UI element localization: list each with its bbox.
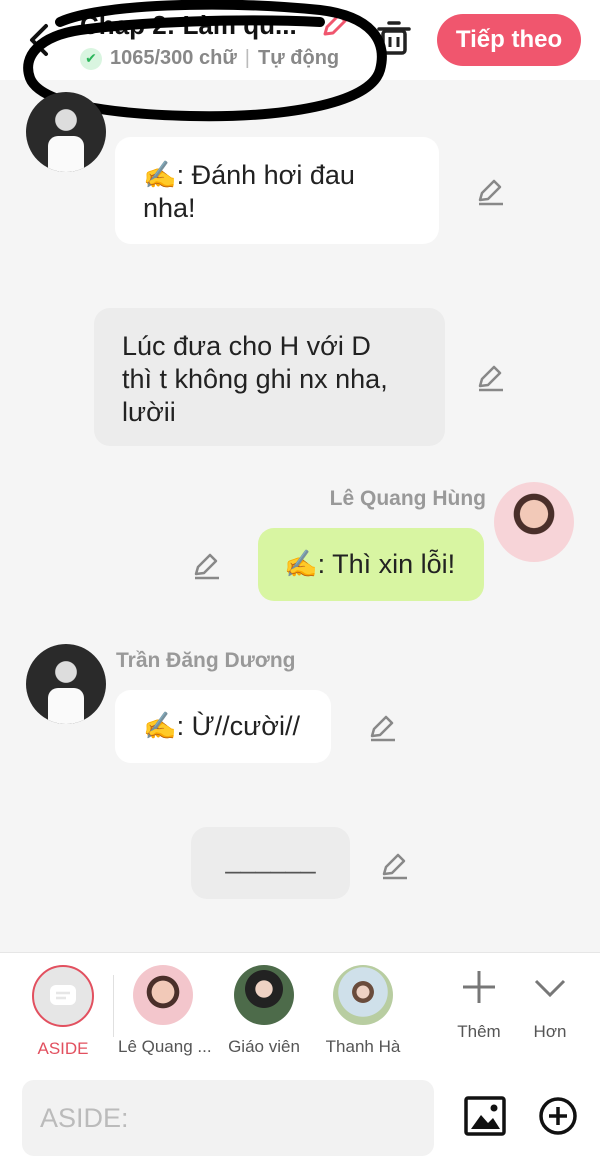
edit-icon[interactable] — [368, 712, 398, 742]
message-line: thì t không ghi nx nha, — [122, 364, 388, 394]
edit-icon[interactable] — [476, 176, 506, 206]
character-le-quang-hung[interactable]: Lê Quang ... — [118, 965, 212, 1057]
message-line: Lúc đưa cho H với D — [122, 331, 371, 361]
trash-icon[interactable] — [376, 20, 412, 56]
character-label: Thanh Hà — [325, 1037, 401, 1056]
narration-bubble[interactable]: Lúc đưa cho H với D thì t không ghi nx n… — [94, 308, 445, 446]
plus-icon — [463, 971, 495, 1003]
avatar — [133, 965, 193, 1025]
character-label: Giáo viên — [228, 1037, 300, 1056]
chapter-title[interactable]: Chap 2: Làm qu... — [80, 10, 297, 41]
avatar — [234, 965, 294, 1025]
chat-icon — [32, 965, 94, 1027]
message-line: ✍️: Ừ//cười// — [143, 711, 300, 741]
message-line: nha! — [143, 193, 196, 223]
more-options-button[interactable]: Hơn — [520, 967, 580, 1042]
save-mode: Tự động — [258, 47, 340, 69]
more-label: Thêm — [457, 1022, 501, 1041]
message-bubble[interactable]: ✍️: Ừ//cười// — [115, 690, 331, 763]
word-count-status: ✔ 1065/300 chữ | Tự động — [80, 47, 339, 70]
edit-icon[interactable] — [380, 850, 410, 880]
speaker-name: Trần Đăng Dương — [116, 649, 296, 672]
edit-icon[interactable] — [192, 550, 222, 580]
add-circle-icon[interactable] — [538, 1096, 578, 1136]
edit-title-icon[interactable] — [320, 12, 348, 40]
chevron-down-icon — [534, 979, 566, 998]
extra-label: Hơn — [533, 1022, 567, 1041]
message-line: ______ — [225, 844, 316, 874]
edit-icon[interactable] — [476, 362, 506, 392]
separator: | — [244, 47, 250, 69]
character-label: Lê Quang ... — [118, 1037, 212, 1056]
add-character-button[interactable]: Thêm — [449, 967, 509, 1042]
avatar-tran-dang-duong[interactable] — [26, 92, 106, 172]
avatar — [333, 965, 393, 1025]
narration-bubble[interactable]: ______ — [191, 827, 350, 899]
message-bubble[interactable]: ✍️: Đánh hơi đau nha! — [115, 137, 439, 244]
character-toolbar: ASIDE Lê Quang ... Giáo viên Thanh Hà Th… — [0, 952, 600, 1070]
message-line: lườii — [122, 397, 176, 427]
message-input[interactable]: ASIDE: — [22, 1080, 434, 1156]
message-line: ✍️: Thì xin lỗi! — [284, 549, 456, 579]
check-icon: ✔ — [80, 47, 102, 70]
divider — [113, 975, 114, 1037]
avatar-tran-dang-duong[interactable] — [26, 644, 106, 724]
aside-label: ASIDE — [37, 1039, 89, 1058]
image-icon[interactable] — [464, 1096, 506, 1136]
word-count: 1065/300 chữ — [110, 47, 237, 69]
character-thanh-ha[interactable]: Thanh Hà — [318, 965, 408, 1057]
back-icon[interactable] — [26, 20, 52, 60]
character-giao-vien[interactable]: Giáo viên — [219, 965, 309, 1057]
message-line: ✍️: Đánh hơi đau — [143, 160, 355, 190]
next-button[interactable]: Tiếp theo — [437, 14, 581, 66]
avatar-le-quang-hung[interactable] — [494, 482, 574, 562]
message-bubble[interactable]: ✍️: Thì xin lỗi! — [258, 528, 484, 601]
top-bar: Chap 2: Làm qu... ✔ 1065/300 chữ | Tự độ… — [0, 0, 600, 80]
input-bar: ASIDE: — [0, 1070, 600, 1169]
speaker-name: Lê Quang Hùng — [329, 487, 486, 510]
aside-selector[interactable]: ASIDE — [18, 965, 108, 1059]
